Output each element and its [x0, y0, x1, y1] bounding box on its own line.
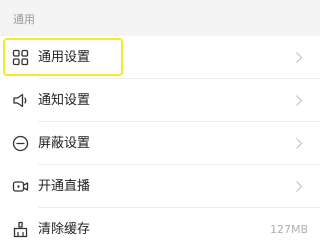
settings-screen: 通用 通用设置 通知设置 屏蔽设置 开通直播 清除缓存 127MB	[0, 0, 320, 240]
speaker-icon	[12, 92, 29, 109]
settings-row-general[interactable]: 通用设置	[0, 36, 320, 79]
section-title: 通用	[13, 13, 35, 26]
settings-row-live[interactable]: 开通直播	[0, 165, 320, 208]
clear-cache-icon	[12, 221, 29, 238]
settings-row-clear-cache[interactable]: 清除缓存 127MB	[0, 208, 320, 240]
block-icon	[12, 135, 29, 152]
chevron-right-icon	[295, 51, 303, 64]
cache-size-value: 127MB	[269, 223, 308, 236]
settings-row-label: 屏蔽设置	[38, 136, 91, 151]
settings-row-label: 通知设置	[38, 93, 91, 108]
settings-row-label: 开通直播	[38, 179, 91, 194]
chevron-right-icon	[295, 94, 303, 107]
settings-row-notification[interactable]: 通知设置	[0, 79, 320, 122]
chevron-right-icon	[295, 180, 303, 193]
chevron-right-icon	[295, 137, 303, 150]
settings-row-label: 通用设置	[38, 50, 91, 65]
settings-row-label: 清除缓存	[38, 222, 91, 237]
live-camera-icon	[12, 178, 29, 195]
grid-icon	[12, 49, 29, 66]
settings-row-block[interactable]: 屏蔽设置	[0, 122, 320, 165]
section-header: 通用	[0, 0, 320, 36]
